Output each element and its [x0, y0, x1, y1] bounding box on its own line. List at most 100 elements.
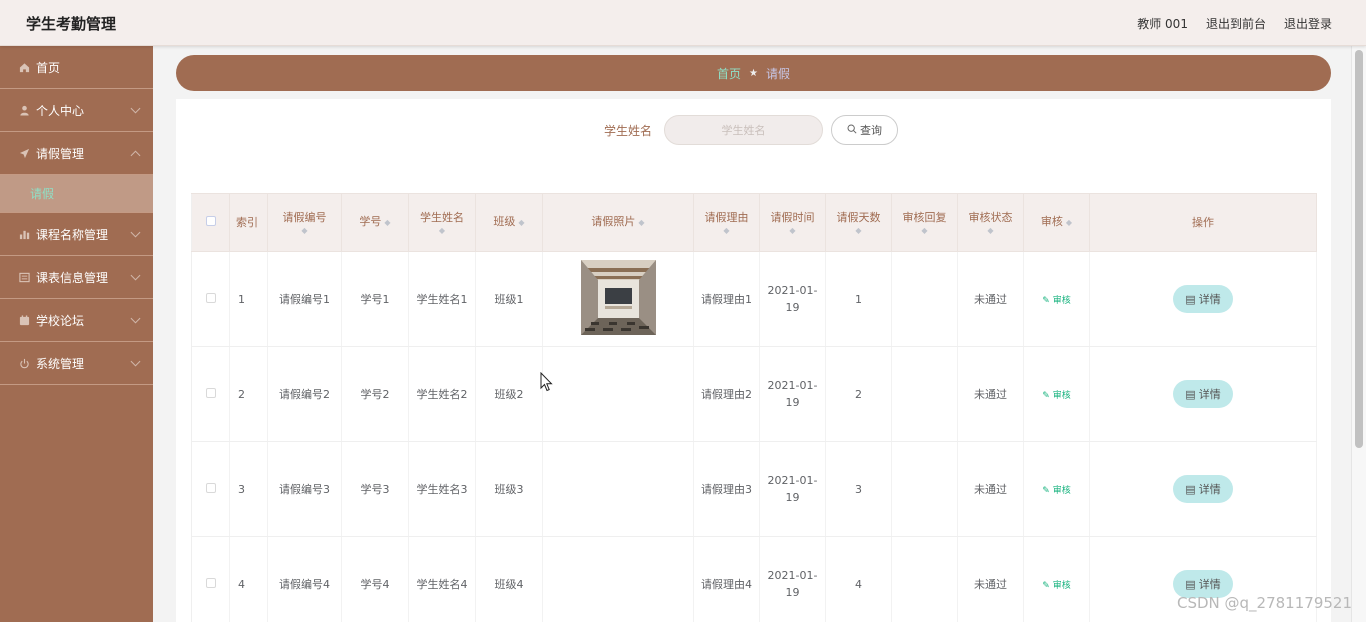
col-photo[interactable]: 请假照片 ◆ — [542, 193, 694, 252]
cell-class: 班级2 — [475, 346, 543, 442]
detail-label: 详情 — [1198, 388, 1221, 401]
col-days[interactable]: 请假天数 ◆ — [825, 193, 892, 252]
sidebar-item-system[interactable]: 系统管理 — [0, 342, 153, 385]
breadcrumb-home[interactable]: 首页 — [717, 65, 741, 82]
cell-class: 班级4 — [475, 536, 543, 622]
col-label: 学号 — [359, 215, 382, 228]
col-label: 班级 — [493, 215, 516, 228]
col-label: 请假编号 — [282, 210, 327, 224]
row-select-cell — [191, 536, 230, 622]
student-name-search-input[interactable] — [664, 115, 824, 145]
leave-photo-thumbnail[interactable] — [580, 260, 656, 335]
row-checkbox[interactable] — [205, 482, 216, 493]
col-label: 请假天数 — [836, 210, 881, 224]
user-icon — [18, 104, 30, 116]
chevron-down-icon — [130, 313, 141, 324]
date-part: 19 — [785, 586, 800, 599]
cell-reason: 请假理由4 — [693, 536, 760, 622]
audit-link[interactable]: ✎ 审核 — [1042, 296, 1070, 306]
document-icon: ▤ — [1185, 292, 1196, 306]
logout-link[interactable]: 退出登录 — [1284, 15, 1332, 32]
edit-icon: ✎ — [1042, 485, 1053, 496]
sort-icon: ◆ — [1065, 218, 1073, 227]
exit-to-front-link[interactable]: 退出到前台 — [1206, 15, 1266, 32]
table-row: 3 请假编号3 学号3 学生姓名3 班级3 请假理由3 2021-01- 19 3… — [191, 441, 1317, 537]
scrollbar-thumb[interactable] — [1355, 50, 1363, 448]
sidebar-item-label: 学校论坛 — [36, 313, 85, 328]
col-reply[interactable]: 审核回复 ◆ — [891, 193, 958, 252]
date-part: 2021-01- — [767, 569, 818, 582]
sidebar-item-course-names[interactable]: 课程名称管理 — [0, 213, 153, 256]
cell-reply — [891, 536, 958, 622]
top-right-links: 教师 001 退出到前台 退出登录 — [1137, 15, 1332, 32]
row-checkbox[interactable] — [205, 387, 216, 398]
cell-days: 2 — [825, 346, 892, 442]
cell-audit: ✎ 审核 — [1023, 251, 1090, 347]
chevron-down-icon — [130, 227, 141, 238]
breadcrumb: 首页 ★ 请假 — [176, 55, 1331, 91]
col-status[interactable]: 审核状态 ◆ — [957, 193, 1024, 252]
sort-icon: ◆ — [518, 218, 525, 227]
detail-label: 详情 — [1198, 578, 1221, 591]
sidebar-item-forum[interactable]: 学校论坛 — [0, 299, 153, 342]
page-scrollbar[interactable] — [1351, 46, 1366, 622]
audit-link[interactable]: ✎ 审核 — [1042, 486, 1070, 496]
row-checkbox[interactable] — [205, 577, 216, 588]
sidebar-item-home[interactable]: 首页 — [0, 46, 153, 89]
cell-ops: ▤ 详情 — [1089, 346, 1317, 442]
cell-time: 2021-01- 19 — [759, 346, 826, 442]
cell-photo — [542, 251, 694, 347]
col-leave-no[interactable]: 请假编号 ◆ — [267, 193, 342, 252]
cell-student-name: 学生姓名3 — [408, 441, 476, 537]
cell-index: 4 — [229, 536, 268, 622]
cell-days: 3 — [825, 441, 892, 537]
col-student-no[interactable]: 学号 ◆ — [341, 193, 409, 252]
detail-button[interactable]: ▤ 详情 — [1173, 380, 1233, 408]
sidebar-item-timetable[interactable]: 课表信息管理 — [0, 256, 153, 299]
send-icon — [18, 147, 30, 159]
sort-icon: ◆ — [301, 225, 308, 235]
list-icon — [18, 271, 30, 283]
chevron-down-icon — [130, 356, 141, 367]
cell-index: 2 — [229, 346, 268, 442]
cell-student-no: 学号1 — [341, 251, 409, 347]
date-part: 19 — [785, 491, 800, 504]
sidebar-item-label: 首页 — [36, 60, 61, 75]
cell-status: 未通过 — [957, 346, 1024, 442]
select-all-checkbox[interactable] — [205, 215, 216, 226]
table-row: 1 请假编号1 学号1 学生姓名1 班级1 请假理由1 2021-01- 19 … — [191, 251, 1317, 347]
document-icon: ▤ — [1185, 482, 1196, 496]
chevron-down-icon — [130, 270, 141, 281]
cell-reason: 请假理由2 — [693, 346, 760, 442]
leave-table: 索引 请假编号 ◆ 学号 ◆ 学生姓名 ◆ 班级 ◆ 请假照片 ◆ 请假理由 ◆ 请假时间 ◆… — [191, 193, 1317, 622]
sidebar-item-leave-management[interactable]: 请假管理 — [0, 132, 153, 175]
cell-class: 班级3 — [475, 441, 543, 537]
sidebar-item-label: 个人中心 — [36, 103, 85, 118]
col-audit[interactable]: 审核 ◆ — [1023, 193, 1090, 252]
cell-days: 1 — [825, 251, 892, 347]
row-checkbox[interactable] — [205, 292, 216, 303]
sidebar-item-personal-center[interactable]: 个人中心 — [0, 89, 153, 132]
col-student-name[interactable]: 学生姓名 ◆ — [408, 193, 476, 252]
power-icon — [18, 357, 30, 369]
cell-reply — [891, 441, 958, 537]
col-class[interactable]: 班级 ◆ — [475, 193, 543, 252]
sidebar-subitem-leave[interactable]: 请假 — [0, 175, 153, 213]
col-reason[interactable]: 请假理由 ◆ — [693, 193, 760, 252]
cell-student-no: 学号2 — [341, 346, 409, 442]
table-row: 4 请假编号4 学号4 学生姓名4 班级4 请假理由4 2021-01- 19 4… — [191, 536, 1317, 622]
col-label: 学生姓名 — [420, 210, 464, 224]
sort-icon: ◆ — [438, 225, 446, 235]
sort-icon: ◆ — [855, 225, 862, 235]
detail-button[interactable]: ▤ 详情 — [1173, 285, 1233, 313]
sidebar-item-label: 请假管理 — [36, 146, 85, 161]
search-button[interactable]: 查询 — [831, 115, 899, 145]
audit-link[interactable]: ✎ 审核 — [1042, 581, 1070, 591]
detail-button[interactable]: ▤ 详情 — [1173, 475, 1233, 503]
col-label: 审核 — [1040, 215, 1063, 228]
col-time[interactable]: 请假时间 ◆ — [759, 193, 826, 252]
cell-student-name: 学生姓名4 — [408, 536, 476, 622]
audit-link[interactable]: ✎ 审核 — [1042, 391, 1070, 401]
document-icon: ▤ — [1185, 387, 1196, 401]
cell-photo — [542, 441, 694, 537]
